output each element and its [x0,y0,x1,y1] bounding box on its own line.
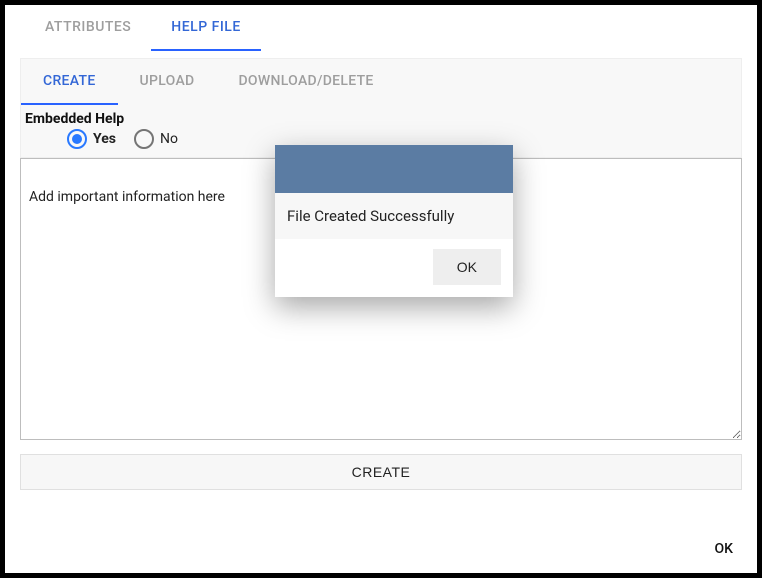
subtab-create[interactable]: CREATE [21,59,118,105]
subtab-upload[interactable]: UPLOAD [118,59,217,105]
tab-attributes[interactable]: ATTRIBUTES [25,5,151,51]
app-frame: ATTRIBUTES HELP FILE CREATE UPLOAD DOWNL… [0,0,762,578]
top-tabs: ATTRIBUTES HELP FILE [25,5,757,52]
tab-help-file[interactable]: HELP FILE [151,5,260,51]
success-dialog: File Created Successfully OK [275,145,513,297]
radio-no[interactable]: No [134,129,178,149]
dialog-message: File Created Successfully [275,193,513,239]
radio-icon [134,129,154,149]
footer-ok-button[interactable]: OK [705,535,744,563]
subtabs: CREATE UPLOAD DOWNLOAD/DELETE [21,59,741,105]
radio-icon [67,129,87,149]
radio-yes[interactable]: Yes [67,129,116,149]
dialog-ok-button[interactable]: OK [433,249,501,285]
subtab-download-delete[interactable]: DOWNLOAD/DELETE [216,59,395,105]
dialog-actions: OK [275,239,513,297]
subtabs-container: CREATE UPLOAD DOWNLOAD/DELETE Embedded H… [20,58,742,158]
create-button-container: CREATE [20,454,742,496]
create-button[interactable]: CREATE [20,454,742,490]
dialog-header [275,145,513,193]
embedded-help-label: Embedded Help [21,105,741,129]
radio-yes-label: Yes [93,131,116,147]
radio-no-label: No [160,131,178,147]
